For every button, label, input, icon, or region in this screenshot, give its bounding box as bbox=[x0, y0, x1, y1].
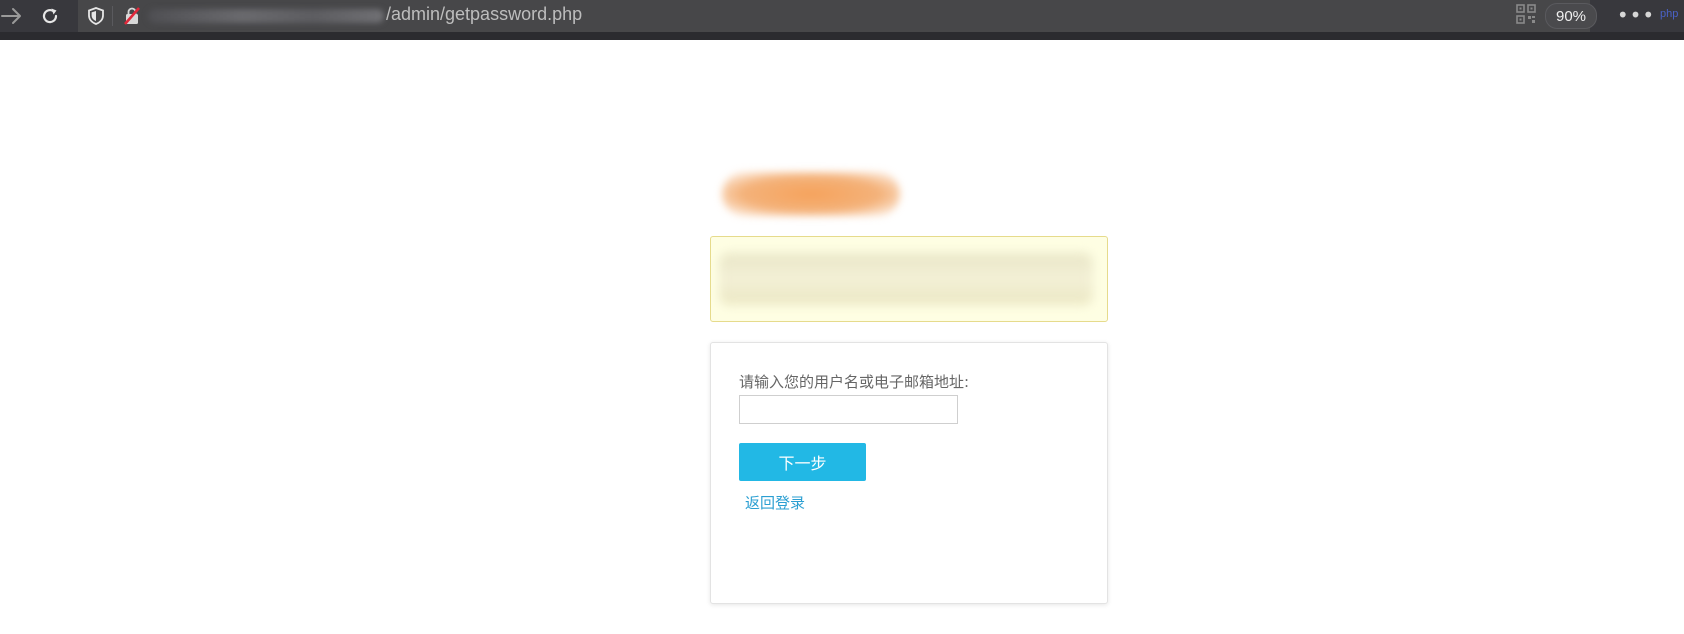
browser-toolbar: /admin/getpassword.php 90% ••• php bbox=[0, 0, 1684, 32]
back-to-login-link[interactable]: 返回登录 bbox=[745, 492, 805, 513]
url-path[interactable]: /admin/getpassword.php bbox=[386, 4, 582, 25]
username-email-label: 请输入您的用户名或电子邮箱地址: bbox=[739, 373, 970, 391]
php-extension-icon[interactable]: php bbox=[1660, 8, 1678, 20]
toolbar-divider bbox=[0, 32, 1684, 40]
more-icon[interactable]: ••• bbox=[1617, 2, 1654, 28]
back-arrow-icon[interactable] bbox=[0, 4, 24, 28]
shield-icon[interactable] bbox=[84, 4, 108, 28]
url-host-redacted bbox=[148, 9, 384, 23]
qr-code-icon[interactable] bbox=[1516, 4, 1536, 24]
notice-box bbox=[710, 236, 1108, 322]
password-reset-card: 请输入您的用户名或电子邮箱地址: 下一步 返回登录 bbox=[710, 342, 1108, 604]
url-divider bbox=[112, 6, 113, 26]
username-email-input[interactable] bbox=[739, 395, 958, 424]
url-bar[interactable]: /admin/getpassword.php bbox=[78, 0, 1590, 32]
next-step-button[interactable]: 下一步 bbox=[739, 443, 866, 481]
site-logo bbox=[722, 172, 900, 216]
zoom-level[interactable]: 90% bbox=[1545, 3, 1597, 29]
insecure-lock-icon[interactable] bbox=[120, 4, 144, 28]
reload-icon[interactable] bbox=[38, 4, 62, 28]
notice-text-redacted bbox=[719, 253, 1093, 305]
